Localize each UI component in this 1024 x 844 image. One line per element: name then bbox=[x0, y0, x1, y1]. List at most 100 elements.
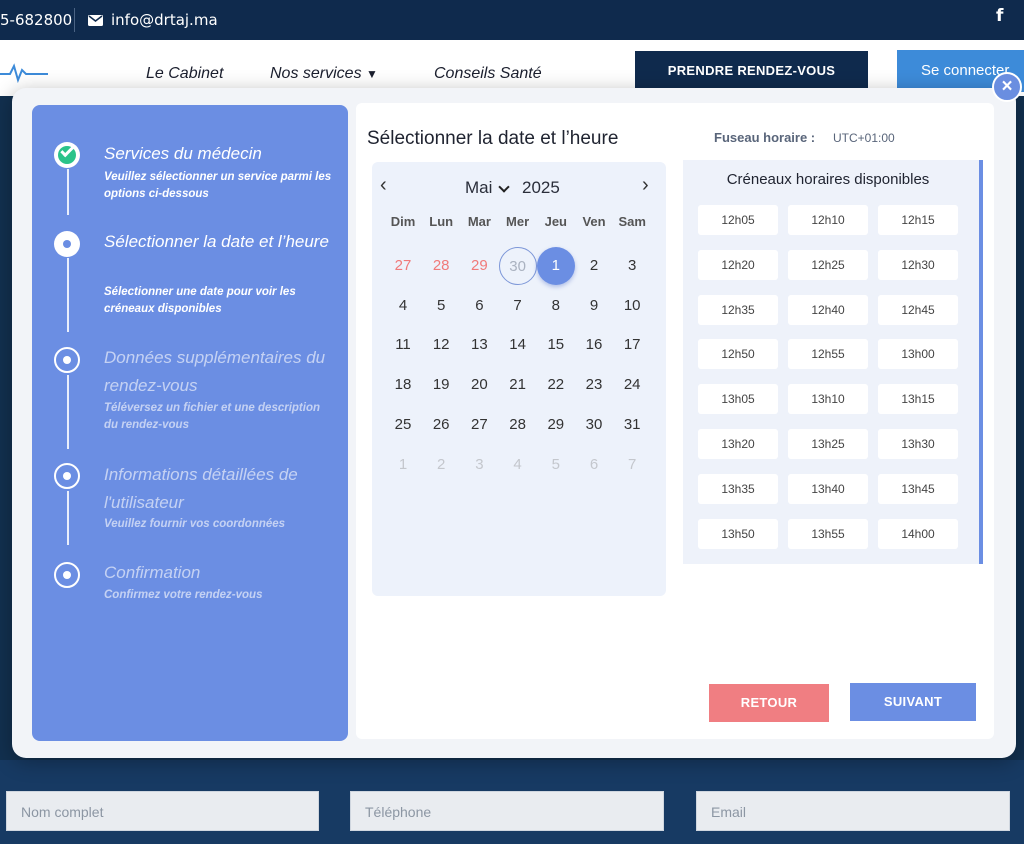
caret-down-icon: ▼ bbox=[366, 67, 378, 81]
time-slot-button[interactable]: 12h25 bbox=[788, 249, 868, 280]
email-input[interactable]: Email bbox=[696, 791, 1010, 831]
calendar-day[interactable]: 21 bbox=[499, 366, 537, 404]
time-slot-button[interactable]: 13h20 bbox=[698, 429, 778, 459]
calendar-day[interactable]: 26 bbox=[422, 406, 460, 444]
calendar-day[interactable]: 28 bbox=[499, 406, 537, 444]
calendar-day[interactable]: 8 bbox=[537, 287, 575, 325]
calendar-day[interactable]: 15 bbox=[537, 326, 575, 364]
calendar-day[interactable]: 6 bbox=[460, 287, 498, 325]
calendar-day[interactable]: 10 bbox=[613, 287, 651, 325]
time-slot-button[interactable]: 13h35 bbox=[698, 473, 778, 504]
divider bbox=[74, 8, 75, 32]
time-slot-button[interactable]: 13h05 bbox=[698, 384, 778, 415]
time-slot-button[interactable]: 13h30 bbox=[878, 429, 958, 459]
calendar-day[interactable]: 3 bbox=[613, 247, 651, 285]
calendar-day[interactable]: 2 bbox=[575, 247, 613, 285]
calendar-day[interactable]: 11 bbox=[384, 326, 422, 364]
time-slot-button[interactable]: 12h35 bbox=[698, 294, 778, 325]
calendar-day-past[interactable]: 28 bbox=[422, 247, 460, 285]
phone-number[interactable]: 5-682800 bbox=[0, 11, 72, 29]
time-slot-button[interactable]: 13h55 bbox=[788, 518, 868, 549]
timezone-value: UTC+01:00 bbox=[833, 131, 895, 145]
time-slot-button[interactable]: 12h50 bbox=[698, 339, 778, 370]
time-slot-button[interactable]: 13h45 bbox=[878, 473, 958, 504]
calendar-day-next-month: 4 bbox=[513, 455, 522, 473]
step-title: Informations détaillées de l'utilisateur bbox=[104, 465, 298, 512]
facebook-icon[interactable]: f bbox=[996, 6, 1003, 26]
time-slots-panel: Créneaux horaires disponibles 12h05 12h10… bbox=[683, 160, 983, 564]
back-button[interactable]: RETOUR bbox=[709, 684, 829, 722]
calendar-day[interactable]: 25 bbox=[384, 406, 422, 444]
calendar-day[interactable]: 31 bbox=[613, 406, 651, 444]
nav-nos-services[interactable]: Nos services ▼ bbox=[270, 65, 378, 83]
year-label: 2025 bbox=[522, 178, 560, 197]
next-month-icon[interactable]: › bbox=[642, 174, 649, 197]
time-slot-button[interactable]: 12h10 bbox=[788, 205, 868, 235]
book-appointment-button[interactable]: PRENDRE RENDEZ-VOUS bbox=[635, 51, 868, 91]
calendar-day[interactable]: 30 bbox=[575, 406, 613, 444]
time-slot-button[interactable]: 14h00 bbox=[878, 518, 958, 549]
calendar-day[interactable]: 29 bbox=[537, 406, 575, 444]
calendar-day[interactable]: 23 bbox=[575, 366, 613, 404]
calendar-day[interactable]: 19 bbox=[422, 366, 460, 404]
calendar-day-next-month: 2 bbox=[437, 455, 446, 473]
time-slot-button[interactable]: 12h15 bbox=[878, 205, 958, 235]
step-connector bbox=[67, 169, 69, 215]
previous-month-icon[interactable]: ‹ bbox=[380, 174, 387, 197]
time-slot-button[interactable]: 13h00 bbox=[878, 339, 958, 370]
time-slot-button[interactable]: 13h40 bbox=[788, 473, 868, 504]
weekday-label: Lun bbox=[429, 214, 454, 229]
calendar-day[interactable]: 27 bbox=[460, 406, 498, 444]
calendar-day[interactable]: 9 bbox=[575, 287, 613, 325]
slots-title: Créneaux horaires disponibles bbox=[726, 171, 930, 188]
calendar-day[interactable]: 12 bbox=[422, 326, 460, 364]
next-button[interactable]: SUIVANT bbox=[850, 683, 976, 721]
pending-step-icon bbox=[54, 347, 80, 373]
time-slot-button[interactable]: 12h20 bbox=[698, 249, 778, 280]
chevron-down-icon[interactable] bbox=[498, 181, 510, 193]
calendar-day[interactable]: 7 bbox=[499, 287, 537, 325]
calendar-day[interactable]: 13 bbox=[460, 326, 498, 364]
nav-conseils-sante[interactable]: Conseils Santé bbox=[434, 65, 542, 83]
step-description: Confirmez votre rendez-vous bbox=[104, 589, 263, 601]
calendar-day-today[interactable]: 30 bbox=[498, 247, 537, 285]
name-input[interactable]: Nom complet bbox=[6, 791, 319, 831]
calendar-day-selected[interactable]: 1 bbox=[536, 247, 575, 285]
calendar-day[interactable]: 18 bbox=[384, 366, 422, 404]
calendar-day[interactable]: 22 bbox=[537, 366, 575, 404]
time-slot-button[interactable]: 12h45 bbox=[878, 294, 958, 325]
time-slot-button[interactable]: 12h40 bbox=[788, 294, 868, 325]
calendar-day[interactable]: 14 bbox=[499, 326, 537, 364]
active-step-icon bbox=[54, 231, 80, 257]
time-slot-button[interactable]: 12h05 bbox=[698, 205, 778, 235]
calendar-day-past[interactable]: 29 bbox=[460, 247, 498, 285]
time-slot-button[interactable]: 13h25 bbox=[788, 429, 868, 459]
weekday-label: Jeu bbox=[544, 214, 567, 229]
step-description: Téléversez un fichier et une description… bbox=[104, 402, 321, 431]
time-slot-button[interactable]: 13h50 bbox=[698, 518, 778, 549]
step-title: Sélectionner la date et l’heure bbox=[104, 232, 329, 251]
calendar: ‹ Mai 2025 › Dim Lun Mar Mer Jeu Ven Sam 27 28 2… bbox=[372, 162, 666, 596]
time-slot-button[interactable]: 12h30 bbox=[878, 249, 958, 280]
month-select[interactable]: Mai bbox=[465, 178, 492, 198]
calendar-day[interactable]: 16 bbox=[575, 326, 613, 364]
weekday-label: Ven bbox=[582, 214, 606, 229]
calendar-day-past[interactable]: 27 bbox=[384, 247, 422, 285]
calendar-day[interactable]: 20 bbox=[460, 366, 498, 404]
calendar-day[interactable]: 17 bbox=[613, 326, 651, 364]
step-title: Services du médecin bbox=[104, 144, 262, 163]
phone-input[interactable]: Téléphone bbox=[350, 791, 664, 831]
close-icon[interactable]: × bbox=[992, 72, 1022, 102]
time-slot-button[interactable]: 12h55 bbox=[788, 339, 868, 370]
calendar-day[interactable]: 4 bbox=[384, 287, 422, 325]
calendar-day[interactable]: 5 bbox=[422, 287, 460, 325]
top-contact-bar: 5-682800 info@drtaj.ma f bbox=[0, 0, 1024, 40]
logo-icon[interactable] bbox=[0, 60, 48, 84]
nav-le-cabinet[interactable]: Le Cabinet bbox=[146, 65, 223, 83]
weekday-label: Dim bbox=[390, 214, 416, 229]
calendar-day[interactable]: 24 bbox=[613, 366, 651, 404]
time-slot-button[interactable]: 13h10 bbox=[788, 384, 868, 415]
pending-step-icon bbox=[54, 463, 80, 489]
time-slot-button[interactable]: 13h15 bbox=[878, 384, 958, 415]
email-link[interactable]: info@drtaj.ma bbox=[88, 11, 218, 29]
